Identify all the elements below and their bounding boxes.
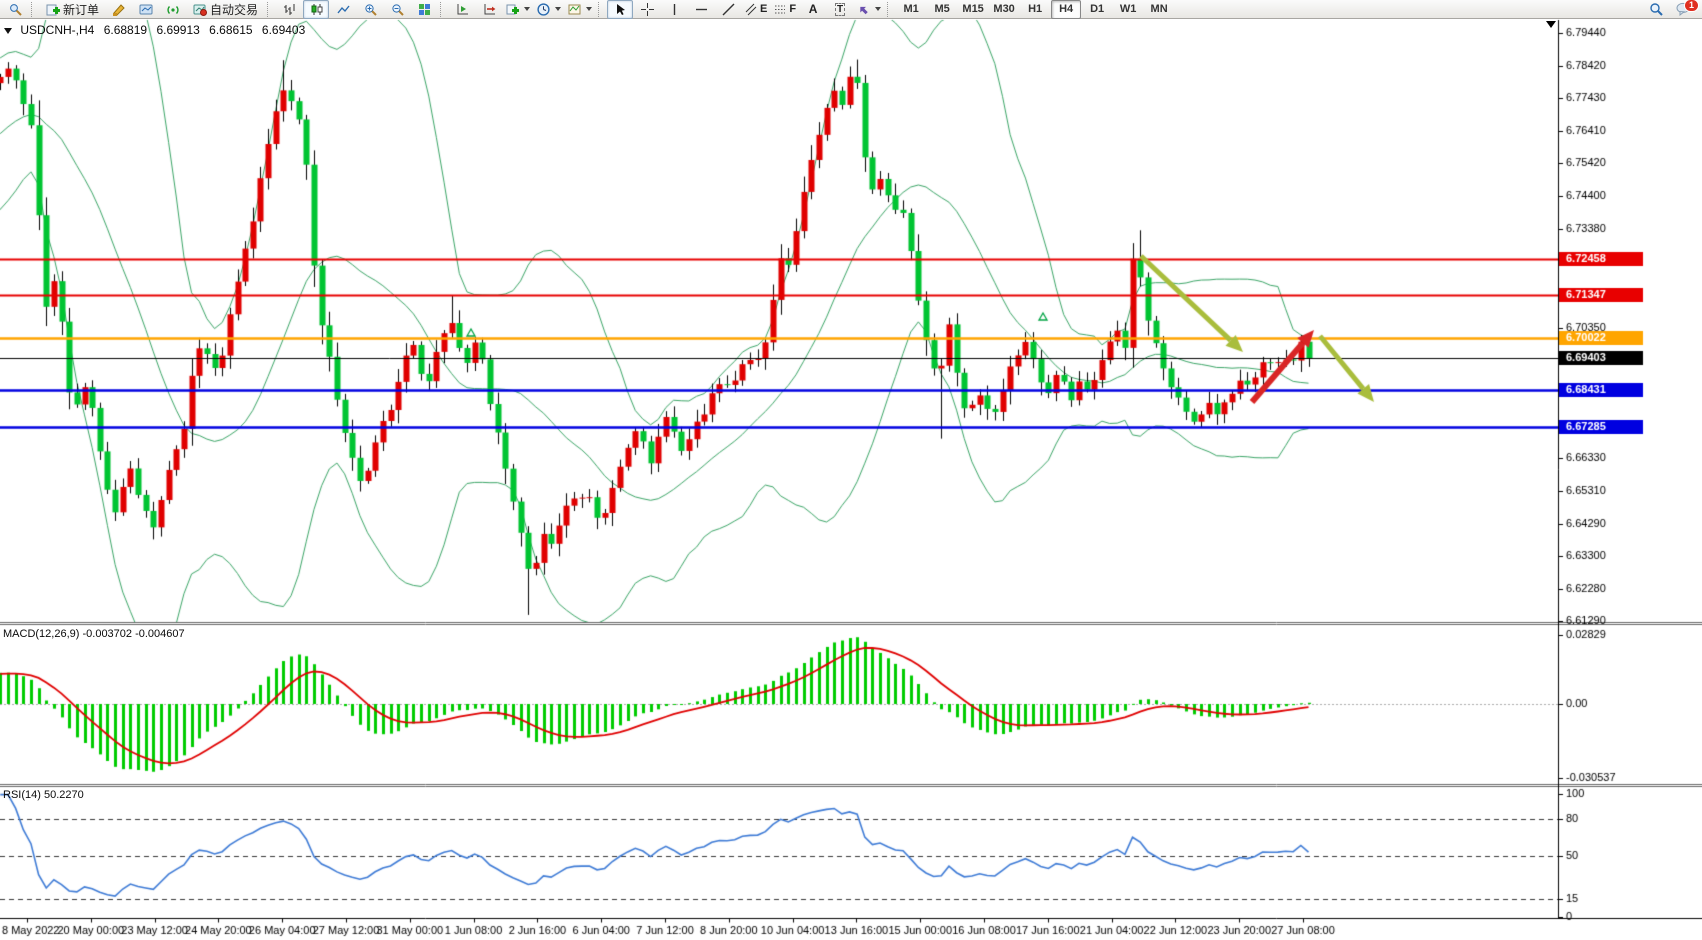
chart-shift-icon: [483, 3, 496, 16]
vertical-line-icon: [670, 3, 679, 16]
fibonacci-f-glyph: F: [789, 3, 796, 15]
zoom-in-icon: [364, 3, 377, 16]
arrows-tool-button[interactable]: [854, 0, 884, 19]
macd-indicator-label: MACD(12,26,9) -0.003702 -0.004607: [3, 628, 185, 640]
auto-scroll-button[interactable]: [449, 0, 475, 19]
dropdown-caret-icon: [524, 7, 530, 11]
clock-icon: [537, 3, 550, 16]
templates-button[interactable]: [565, 0, 595, 19]
horizontal-line-tool-button[interactable]: [688, 0, 714, 19]
chart-end-marker-icon[interactable]: [1546, 21, 1556, 28]
shapes-arrow-icon: [857, 3, 870, 16]
styler-button[interactable]: [106, 0, 132, 19]
new-order-button[interactable]: 新订单: [40, 0, 105, 19]
bar-chart-icon: [283, 3, 296, 16]
toolbar: 新订单 自动交易: [0, 0, 1702, 19]
channel-e-glyph: E: [760, 3, 767, 15]
toolbar-separator: [440, 2, 446, 17]
profile-icon: [139, 3, 153, 16]
timeframe-m30[interactable]: M30: [989, 0, 1019, 19]
signal-icon: [166, 3, 180, 16]
autotrade-label: 自动交易: [210, 1, 258, 18]
tile-windows-button[interactable]: [411, 0, 437, 19]
notification-count-badge: 1: [1684, 0, 1699, 12]
mt4-window: 新订单 自动交易: [0, 0, 1702, 940]
new-order-label: 新订单: [63, 1, 99, 18]
toolbar-separator: [598, 2, 604, 17]
rsi-value: 50.2270: [44, 789, 84, 801]
equidistant-channel-tool-button[interactable]: E: [742, 0, 770, 19]
search-icon: [9, 3, 22, 16]
price-chart-canvas[interactable]: [0, 0, 1702, 940]
zoom-out-icon: [391, 3, 404, 16]
search-icon: [1649, 2, 1663, 16]
dropdown-caret-icon: [555, 7, 561, 11]
chart-candles-button[interactable]: [303, 0, 329, 19]
timeframe-m1[interactable]: M1: [896, 0, 926, 19]
signals-button[interactable]: [160, 0, 186, 19]
vertical-line-tool-button[interactable]: [661, 0, 687, 19]
text-label-tool-button[interactable]: T: [827, 0, 853, 19]
chart-bars-button[interactable]: [276, 0, 302, 19]
line-chart-icon: [337, 3, 350, 16]
tile-windows-icon: [418, 3, 431, 16]
timeframe-mn[interactable]: MN: [1144, 0, 1174, 19]
cursor-tool-button[interactable]: [607, 0, 633, 19]
profiles-button[interactable]: [133, 0, 159, 19]
ohlc-open: 6.68819: [104, 23, 147, 37]
ohlc-high: 6.69913: [156, 23, 199, 37]
cursor-icon: [615, 3, 626, 16]
candlestick-icon: [310, 3, 323, 16]
chart-shift-button[interactable]: [476, 0, 502, 19]
fibonacci-icon: [774, 3, 786, 16]
fibonacci-tool-button[interactable]: F: [771, 0, 799, 19]
timeframe-d1[interactable]: D1: [1082, 0, 1112, 19]
timeframe-w1[interactable]: W1: [1113, 0, 1143, 19]
zoom-out-button[interactable]: [384, 0, 410, 19]
timeframe-m15[interactable]: M15: [958, 0, 988, 19]
toolbar-separator: [31, 2, 37, 17]
indicators-button[interactable]: [503, 0, 533, 19]
zoom-in-button[interactable]: [357, 0, 383, 19]
dropdown-caret-icon: [586, 7, 592, 11]
toolbar-separator: [267, 2, 273, 17]
timeframe-h1[interactable]: H1: [1020, 0, 1050, 19]
chart-symbol-period: USDCNH-,H4: [20, 23, 94, 37]
text-tool-button[interactable]: A: [800, 0, 826, 19]
dropdown-caret-icon: [875, 7, 881, 11]
notifications-button[interactable]: 1: [1670, 0, 1696, 19]
macd-values: -0.003702 -0.004607: [82, 628, 184, 640]
periods-button[interactable]: [534, 0, 564, 19]
timeframe-m5[interactable]: M5: [927, 0, 957, 19]
macd-name: MACD(12,26,9): [3, 628, 79, 640]
chart-title: USDCNH-,H4 6.68819 6.69913 6.68615 6.694…: [4, 23, 311, 37]
toolbar-separator: [887, 2, 893, 17]
ohlc-low: 6.68615: [209, 23, 252, 37]
timeframe-h4[interactable]: H4: [1051, 0, 1081, 19]
indicators-icon: [506, 3, 519, 16]
text-label-icon: T: [835, 3, 845, 16]
ohlc-close: 6.69403: [262, 23, 305, 37]
autotrade-icon: [193, 3, 207, 16]
new-order-icon: [46, 3, 60, 16]
horizontal-line-icon: [695, 5, 708, 14]
crosshair-tool-button[interactable]: [634, 0, 660, 19]
templates-icon: [568, 3, 581, 16]
search-button[interactable]: [1643, 0, 1669, 19]
autotrade-button[interactable]: 自动交易: [187, 0, 264, 19]
brush-icon: [112, 3, 126, 16]
crosshair-icon: [641, 3, 654, 16]
quick-search-button[interactable]: [2, 0, 28, 19]
trendline-icon: [722, 3, 735, 16]
symbol-dropdown-icon[interactable]: [4, 28, 12, 34]
rsi-name: RSI(14): [3, 789, 41, 801]
chart-line-button[interactable]: [330, 0, 356, 19]
channel-icon: [745, 3, 757, 16]
text-tool-icon: A: [809, 2, 818, 16]
rsi-indicator-label: RSI(14) 50.2270: [3, 789, 84, 801]
auto-scroll-icon: [456, 3, 469, 16]
trendline-tool-button[interactable]: [715, 0, 741, 19]
